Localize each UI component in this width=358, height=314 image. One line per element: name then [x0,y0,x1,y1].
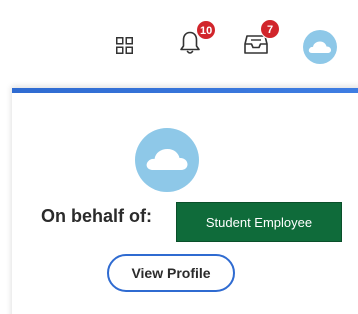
cloud-avatar-icon [308,41,331,53]
user-avatar-button[interactable] [303,30,337,64]
cloud-avatar-icon [146,149,188,170]
inbox-count-badge: 7 [260,19,280,39]
view-profile-button[interactable]: View Profile [107,254,235,292]
profile-avatar [135,128,199,192]
on-behalf-label: On behalf of: [41,206,152,226]
apps-grid-icon[interactable] [116,37,133,54]
panel-accent-bar [12,88,358,93]
top-header: 10 7 [0,0,358,88]
profile-panel: On behalf of: Student Employee View Prof… [12,88,358,314]
role-badge: Student Employee [176,202,342,242]
notifications-count-badge: 10 [196,20,217,40]
